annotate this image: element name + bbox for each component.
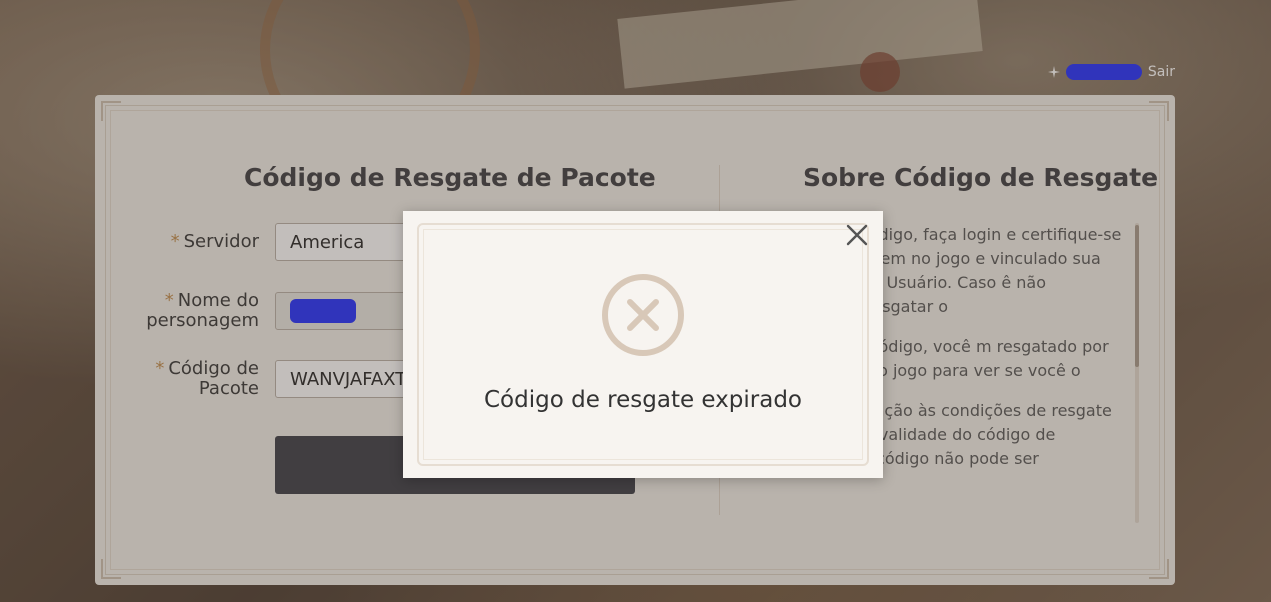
close-icon[interactable]	[845, 223, 869, 247]
error-dialog: Código de resgate expirado	[403, 211, 883, 478]
error-message: Código de resgate expirado	[484, 387, 802, 413]
error-circle-x-icon	[602, 274, 684, 356]
